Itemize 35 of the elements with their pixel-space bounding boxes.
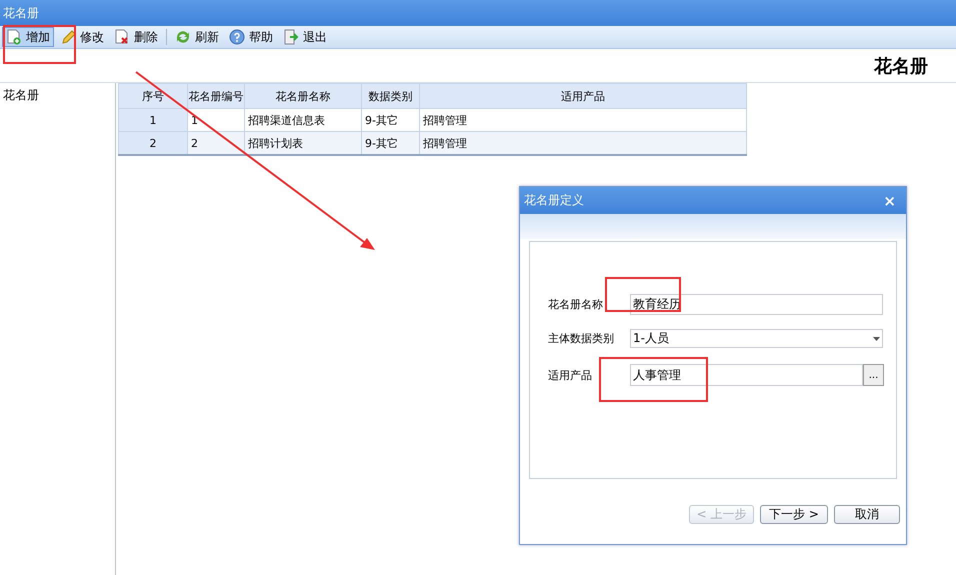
column-header: 适用产品 [420,84,746,108]
field-label: 主体数据类别 [548,331,615,346]
toolbar-button[interactable]: 帮助 [225,27,277,47]
toolbar-button[interactable]: 增加 [2,27,54,47]
dropdown-field[interactable]: 1-人员 [630,329,883,348]
dialog-title: 花名册定义 [524,192,584,209]
column-header: 花名册名称 [244,84,362,108]
refresh-icon [175,29,191,45]
column-header: 序号 [118,84,188,108]
dialog-button[interactable]: 取消 [834,505,900,524]
toolbar-button[interactable]: 删除 [110,27,162,47]
browse-button[interactable]: ... [863,364,884,386]
toolbar-button[interactable]: 刷新 [171,27,223,47]
field-label: 花名册名称 [548,297,604,312]
table-cell: 招聘计划表 [244,132,362,155]
column-header: 数据类别 [362,84,420,108]
column-header: 花名册编号 [188,84,244,108]
help-icon [229,29,245,45]
toolbar-button[interactable]: 修改 [56,27,108,47]
row-number: 2 [118,132,188,155]
delete-file-icon [114,29,130,45]
sidebar-item[interactable]: 花名册 [0,87,115,103]
input-field[interactable]: 人事管理 [630,364,863,386]
pencil-icon [60,29,76,45]
page-heading: 花名册 [874,54,928,78]
window-title: 花名册 [0,0,956,26]
table-cell: 招聘管理 [420,132,746,155]
exit-icon [283,29,299,45]
dropdown-caret-icon [873,336,880,340]
table-cell: 9-其它 [362,132,420,155]
new-file-icon [6,29,22,45]
row-number: 1 [118,108,188,132]
dialog-button[interactable]: 下一步 > [760,505,828,524]
toolbar-button[interactable]: 退出 [279,27,331,47]
field-label: 适用产品 [548,368,593,382]
